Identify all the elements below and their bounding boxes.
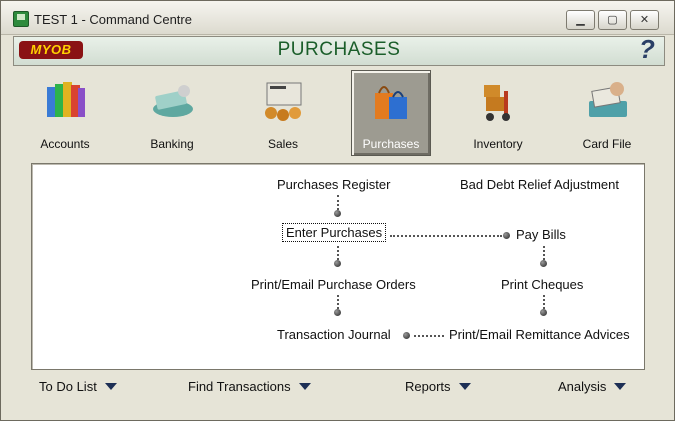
module-card-file[interactable]: Card File [568,71,646,155]
purchases-flow-panel: Purchases Register Bad Debt Relief Adjus… [31,163,645,370]
title-bar[interactable]: TEST 1 - Command Centre ▁ ▢ ✕ [1,1,674,35]
module-label: Accounts [40,137,90,151]
sales-icon [265,82,302,121]
dropdown-arrow-icon [458,383,471,390]
flow-connector [543,246,545,260]
dropdown-arrow-icon [614,383,627,390]
flow-arrow-icon [403,332,410,339]
module-label: Inventory [473,137,523,151]
to-do-list-label: To Do List [39,379,97,394]
header-band: MYOB PURCHASES ? [13,35,665,66]
analysis-label: Analysis [558,379,607,394]
to-do-list-menu[interactable]: To Do List [39,379,117,394]
purchases-icon [375,86,407,119]
minimize-button[interactable]: ▁ [566,10,595,30]
module-inventory[interactable]: Inventory [459,71,537,155]
module-purchases[interactable]: Purchases [351,70,431,156]
flow-arrow-icon [503,232,510,239]
close-button[interactable]: ✕ [630,10,659,30]
section-title: PURCHASES [277,39,401,60]
card-file-icon [589,82,627,117]
banking-icon [153,85,193,117]
module-label: Card File [582,137,632,151]
module-bar: Accounts Banking Sales Purchases Invento… [13,67,663,163]
reports-label: Reports [405,379,451,394]
inventory-icon [484,85,510,121]
analysis-menu[interactable]: Analysis [558,379,627,394]
module-sales[interactable]: Sales [244,71,322,155]
print-cheques-link[interactable]: Print Cheques [501,277,583,292]
flow-connector [390,235,502,237]
dropdown-arrow-icon [104,383,117,390]
find-transactions-label: Find Transactions [188,379,291,394]
flow-connector [337,295,339,309]
module-label: Purchases [362,137,420,151]
purchases-register-link[interactable]: Purchases Register [277,177,390,192]
transaction-journal-link[interactable]: Transaction Journal [277,327,391,342]
reports-menu[interactable]: Reports [405,379,471,394]
print-remittance-advices-link[interactable]: Print/Email Remittance Advices [449,327,630,342]
find-transactions-menu[interactable]: Find Transactions [188,379,311,394]
print-purchase-orders-link[interactable]: Print/Email Purchase Orders [251,277,416,292]
flow-arrow-icon [540,309,547,316]
enter-purchases-link[interactable]: Enter Purchases [281,223,387,242]
flow-arrow-icon [540,260,547,267]
window-title: TEST 1 - Command Centre [34,12,192,27]
help-icon[interactable]: ? [636,35,658,63]
flow-arrow-icon [334,309,341,316]
module-label: Sales [267,137,299,151]
bottom-menu-bar: To Do List Find Transactions Reports Ana… [13,373,663,401]
dropdown-arrow-icon [298,383,311,390]
maximize-button[interactable]: ▢ [598,10,627,30]
accounts-icon [47,82,85,117]
flow-connector [337,246,339,260]
module-accounts[interactable]: Accounts [26,71,104,155]
module-banking[interactable]: Banking [133,71,211,155]
flow-connector [337,195,339,210]
module-label: Banking [150,137,194,151]
bad-debt-relief-link[interactable]: Bad Debt Relief Adjustment [460,177,619,192]
flow-connector [543,295,545,309]
flow-connector [414,335,444,337]
flow-arrow-icon [334,210,341,217]
flow-arrow-icon [334,260,341,267]
pay-bills-link[interactable]: Pay Bills [516,227,566,242]
app-icon [13,11,29,27]
command-centre-window: TEST 1 - Command Centre ▁ ▢ ✕ MYOB PURCH… [0,0,675,421]
